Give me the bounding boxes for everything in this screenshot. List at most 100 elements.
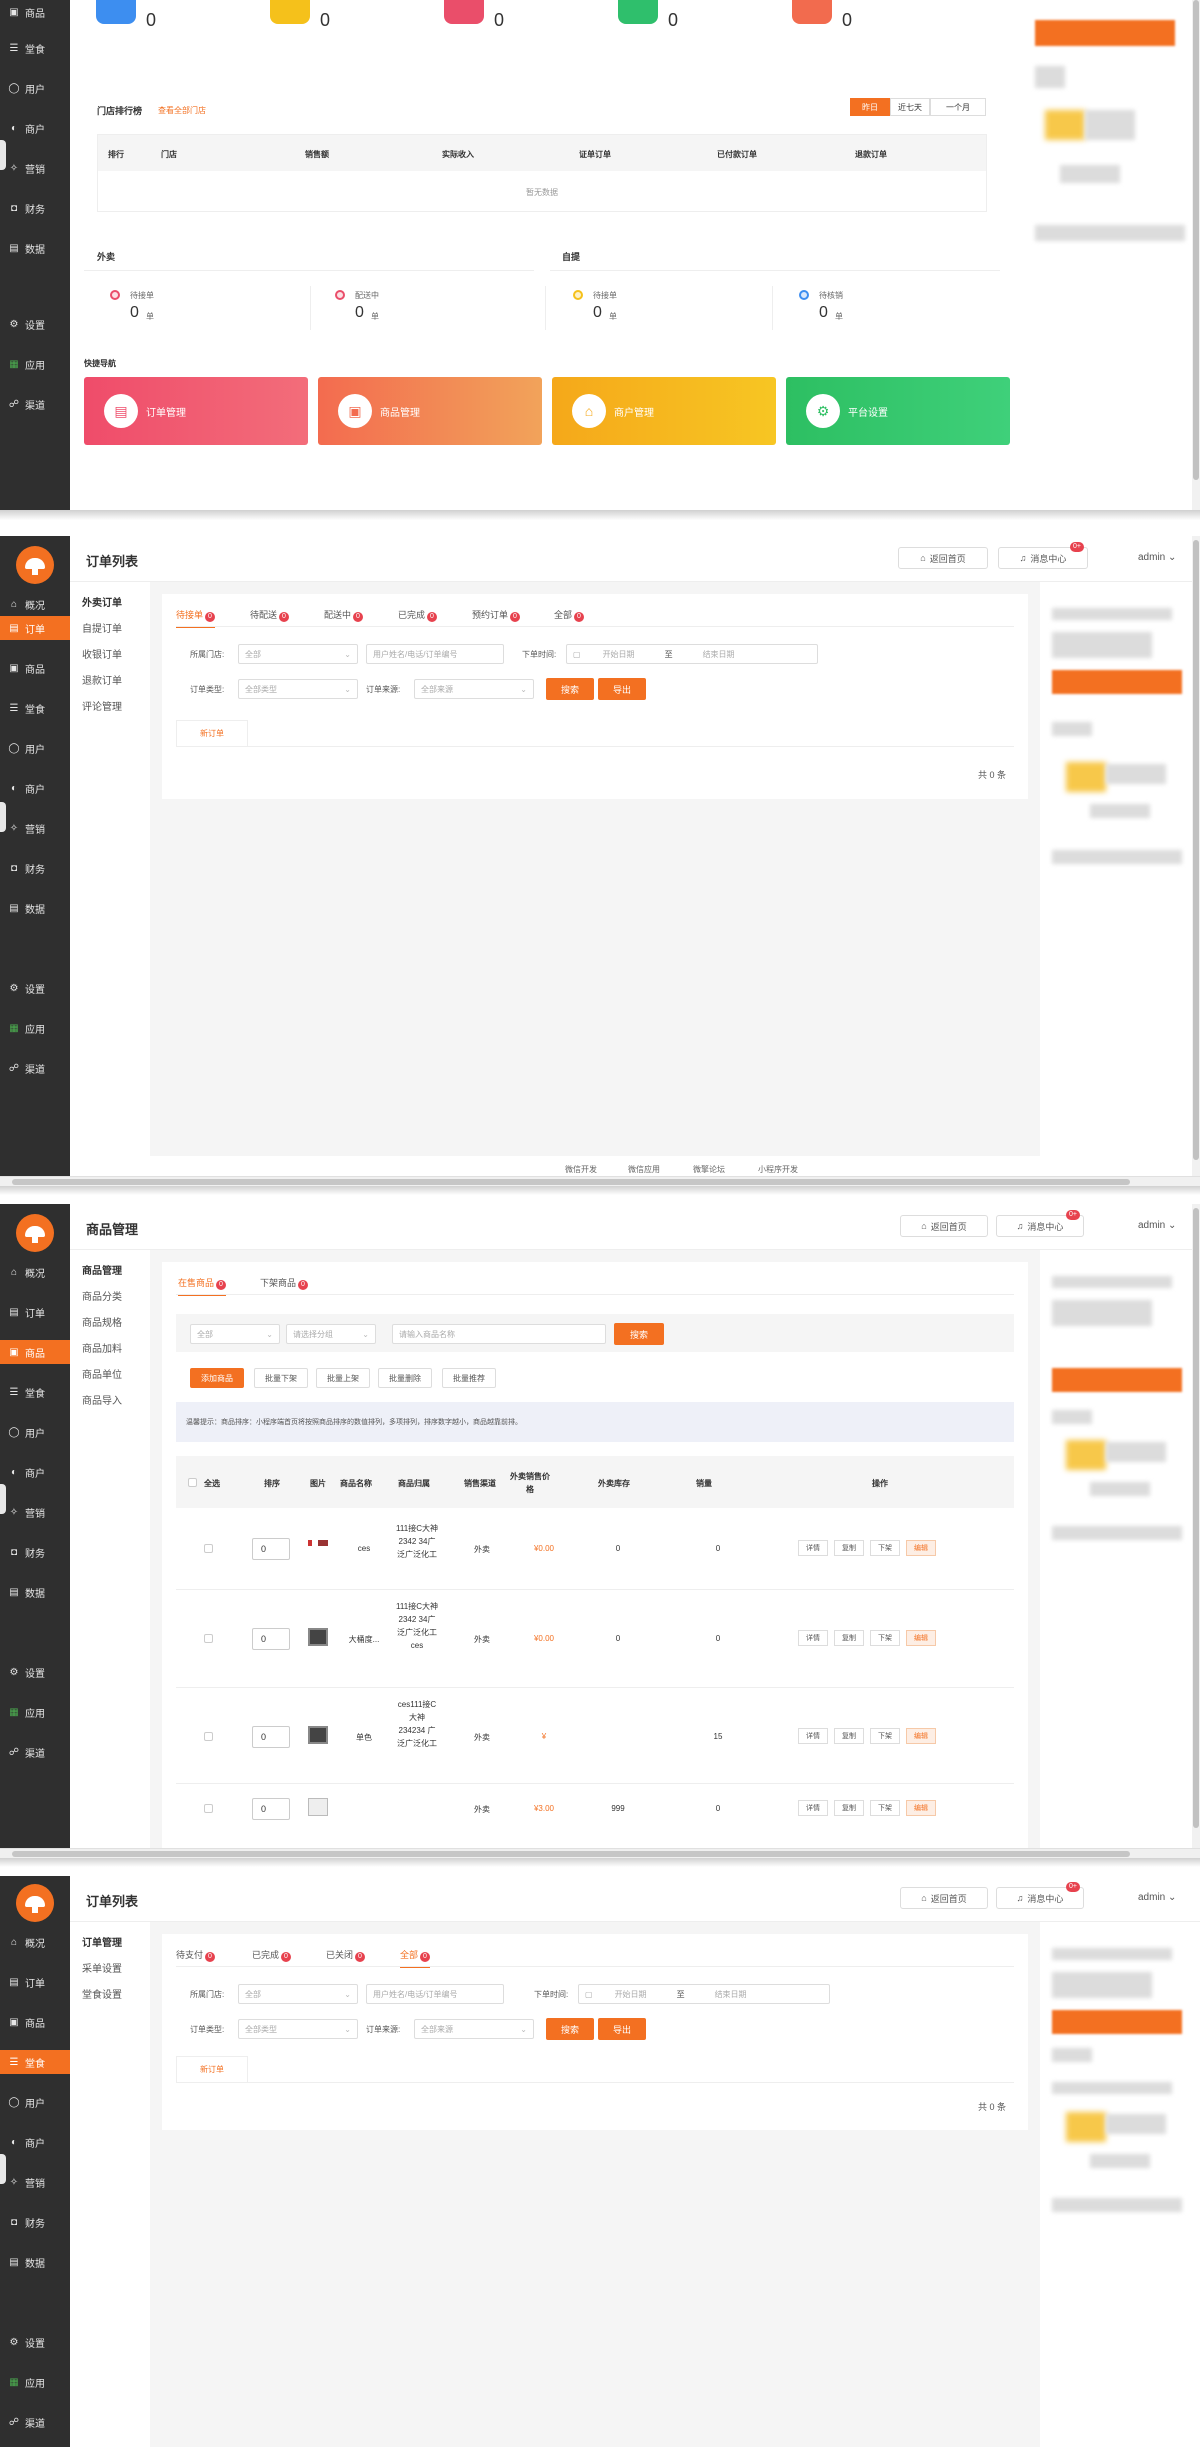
date-range-input[interactable]: ▢ 开始日期至结束日期: [578, 1984, 830, 2004]
footer-link[interactable]: 微信开发: [565, 1164, 597, 1175]
subnav-reviews[interactable]: 评论管理: [82, 698, 122, 713]
sidebar-item-settings[interactable]: ⚙ 设置: [0, 2330, 70, 2354]
sidebar-item-merchants[interactable]: ◐ 商户: [0, 2130, 70, 2154]
bulk-on-shelf-button[interactable]: 批量上架: [316, 1368, 370, 1388]
sidebar-item-overview[interactable]: ⌂ 概况: [0, 592, 70, 616]
sidebar-item-dining[interactable]: ☰ 堂食: [0, 2050, 70, 2074]
sidebar-item-finance[interactable]: ◘ 财务: [0, 2210, 70, 2234]
sidebar-item-orders[interactable]: ▤ 订单: [0, 1300, 70, 1324]
tab-delivering[interactable]: 配送中 0: [324, 608, 363, 622]
sidebar-item-data[interactable]: ▤ 数据: [0, 2250, 70, 2274]
tab-all[interactable]: 全部 0: [554, 608, 584, 622]
search-input[interactable]: 用户姓名/电话/订单编号: [366, 644, 504, 664]
tab-completed[interactable]: 已完成 0: [398, 608, 437, 622]
bulk-delete-button[interactable]: 批量删除: [378, 1368, 432, 1388]
sidebar-item-dining[interactable]: ☰ 堂食: [0, 36, 70, 60]
tab-reserved[interactable]: 预约订单 0: [472, 608, 520, 622]
search-button[interactable]: 搜索: [546, 2018, 594, 2040]
quick-nav-products[interactable]: ▣ 商品管理: [318, 377, 542, 445]
admin-menu[interactable]: admin ⌄: [1138, 1220, 1176, 1231]
detail-button[interactable]: 详情: [798, 1540, 828, 1556]
sidebar-item-data[interactable]: ▤ 数据: [0, 236, 70, 260]
date-range-input[interactable]: ▢ 开始日期至结束日期: [566, 644, 818, 664]
row-checkbox[interactable]: [204, 1804, 213, 1813]
sidebar-item-dining[interactable]: ☰ 堂食: [0, 696, 70, 720]
sidebar-item-apps[interactable]: ▦ 应用: [0, 1016, 70, 1040]
sort-input[interactable]: 0: [252, 1538, 290, 1560]
row-checkbox[interactable]: [204, 1544, 213, 1553]
detail-button[interactable]: 详情: [798, 1800, 828, 1816]
subnav-cashier-orders[interactable]: 收银订单: [82, 646, 122, 661]
sidebar-item-channels[interactable]: ☍ 渠道: [0, 1740, 70, 1764]
new-order-tab[interactable]: 新订单: [176, 720, 248, 746]
sidebar-item-marketing[interactable]: ✧ 营销: [0, 1500, 70, 1524]
sidebar-item-apps[interactable]: ▦ 应用: [0, 1700, 70, 1724]
sidebar-item-products[interactable]: ▣ 商品: [0, 0, 70, 24]
order-type-select[interactable]: 全部类型 ⌄: [238, 679, 358, 699]
store-select[interactable]: 全部 ⌄: [238, 644, 358, 664]
off-shelf-button[interactable]: 下架: [870, 1728, 900, 1744]
sidebar-item-settings[interactable]: ⚙ 设置: [0, 312, 70, 336]
subnav-order-management[interactable]: 订单管理: [82, 1934, 122, 1949]
category-select[interactable]: 请选择分组 ⌄: [286, 1324, 376, 1344]
tab-off-shelf[interactable]: 下架商品 0: [260, 1276, 308, 1290]
subnav-units[interactable]: 商品单位: [82, 1366, 122, 1381]
range-tab-7days[interactable]: 近七天: [890, 98, 930, 116]
sidebar-item-products[interactable]: ▣ 商品: [0, 1340, 70, 1364]
order-source-select[interactable]: 全部来源 ⌄: [414, 679, 534, 699]
copy-button[interactable]: 复制: [834, 1540, 864, 1556]
order-type-select[interactable]: 全部类型 ⌄: [238, 2019, 358, 2039]
sidebar-item-overview[interactable]: ⌂ 概况: [0, 1260, 70, 1284]
range-tab-month[interactable]: 一个月: [930, 98, 986, 116]
sidebar-item-channels[interactable]: ☍ 渠道: [0, 2410, 70, 2434]
sidebar-item-apps[interactable]: ▦ 应用: [0, 352, 70, 376]
sidebar-item-settings[interactable]: ⚙ 设置: [0, 976, 70, 1000]
row-checkbox[interactable]: [204, 1732, 213, 1741]
sidebar-item-orders[interactable]: ▤ 订单: [0, 616, 70, 640]
sidebar-item-settings[interactable]: ⚙ 设置: [0, 1660, 70, 1684]
sidebar-item-finance[interactable]: ◘ 财务: [0, 196, 70, 220]
subnav-pickup-orders[interactable]: 自提订单: [82, 620, 122, 635]
product-search-input[interactable]: 请输入商品名称: [392, 1324, 606, 1344]
quick-nav-orders[interactable]: ▤ 订单管理: [84, 377, 308, 445]
store-select[interactable]: 全部 ⌄: [238, 1984, 358, 2004]
sidebar-item-users[interactable]: ◯ 用户: [0, 2090, 70, 2114]
export-button[interactable]: 导出: [598, 2018, 646, 2040]
select-all-checkbox[interactable]: [188, 1478, 197, 1487]
sidebar-item-merchants[interactable]: ◐ 商户: [0, 116, 70, 140]
bulk-recommend-button[interactable]: 批量推荐: [442, 1368, 496, 1388]
status-select[interactable]: 全部 ⌄: [190, 1324, 280, 1344]
quick-nav-settings[interactable]: ⚙ 平台设置: [786, 377, 1010, 445]
sidebar-item-channels[interactable]: ☍ 渠道: [0, 1056, 70, 1080]
admin-menu[interactable]: admin ⌄: [1138, 1892, 1176, 1903]
sidebar-item-users[interactable]: ◯ 用户: [0, 1420, 70, 1444]
horizontal-scrollbar[interactable]: [0, 1848, 1200, 1858]
vertical-scrollbar[interactable]: [1192, 1204, 1200, 1848]
off-shelf-button[interactable]: 下架: [870, 1540, 900, 1556]
bulk-off-shelf-button[interactable]: 批量下架: [254, 1368, 308, 1388]
search-button[interactable]: 搜索: [614, 1323, 664, 1345]
sidebar-item-merchants[interactable]: ◐ 商户: [0, 1460, 70, 1484]
copy-button[interactable]: 复制: [834, 1728, 864, 1744]
sidebar-item-data[interactable]: ▤ 数据: [0, 896, 70, 920]
footer-link[interactable]: 微信应用: [628, 1164, 660, 1175]
return-home-button[interactable]: ⌂ 返回首页: [898, 547, 988, 569]
sidebar-item-marketing[interactable]: ✧ 营销: [0, 156, 70, 180]
edit-button[interactable]: 编辑: [906, 1630, 936, 1646]
detail-button[interactable]: 详情: [798, 1728, 828, 1744]
new-order-tab[interactable]: 新订单: [176, 2056, 248, 2082]
edit-button[interactable]: 编辑: [906, 1728, 936, 1744]
row-checkbox[interactable]: [204, 1634, 213, 1643]
sidebar-item-data[interactable]: ▤ 数据: [0, 1580, 70, 1604]
order-source-select[interactable]: 全部来源 ⌄: [414, 2019, 534, 2039]
sidebar-item-marketing[interactable]: ✧ 营销: [0, 2170, 70, 2194]
tab-pending-payment[interactable]: 待支付 0: [176, 1948, 215, 1962]
tab-pending-delivery[interactable]: 待配送 0: [250, 608, 289, 622]
sidebar-item-finance[interactable]: ◘ 财务: [0, 1540, 70, 1564]
sidebar-item-marketing[interactable]: ✧ 营销: [0, 816, 70, 840]
subnav-addons[interactable]: 商品加料: [82, 1340, 122, 1355]
subnav-product-management[interactable]: 商品管理: [82, 1262, 122, 1277]
sidebar-item-users[interactable]: ◯ 用户: [0, 76, 70, 100]
tab-completed[interactable]: 已完成 0: [252, 1948, 291, 1962]
range-tab-yesterday[interactable]: 昨日: [850, 98, 890, 116]
